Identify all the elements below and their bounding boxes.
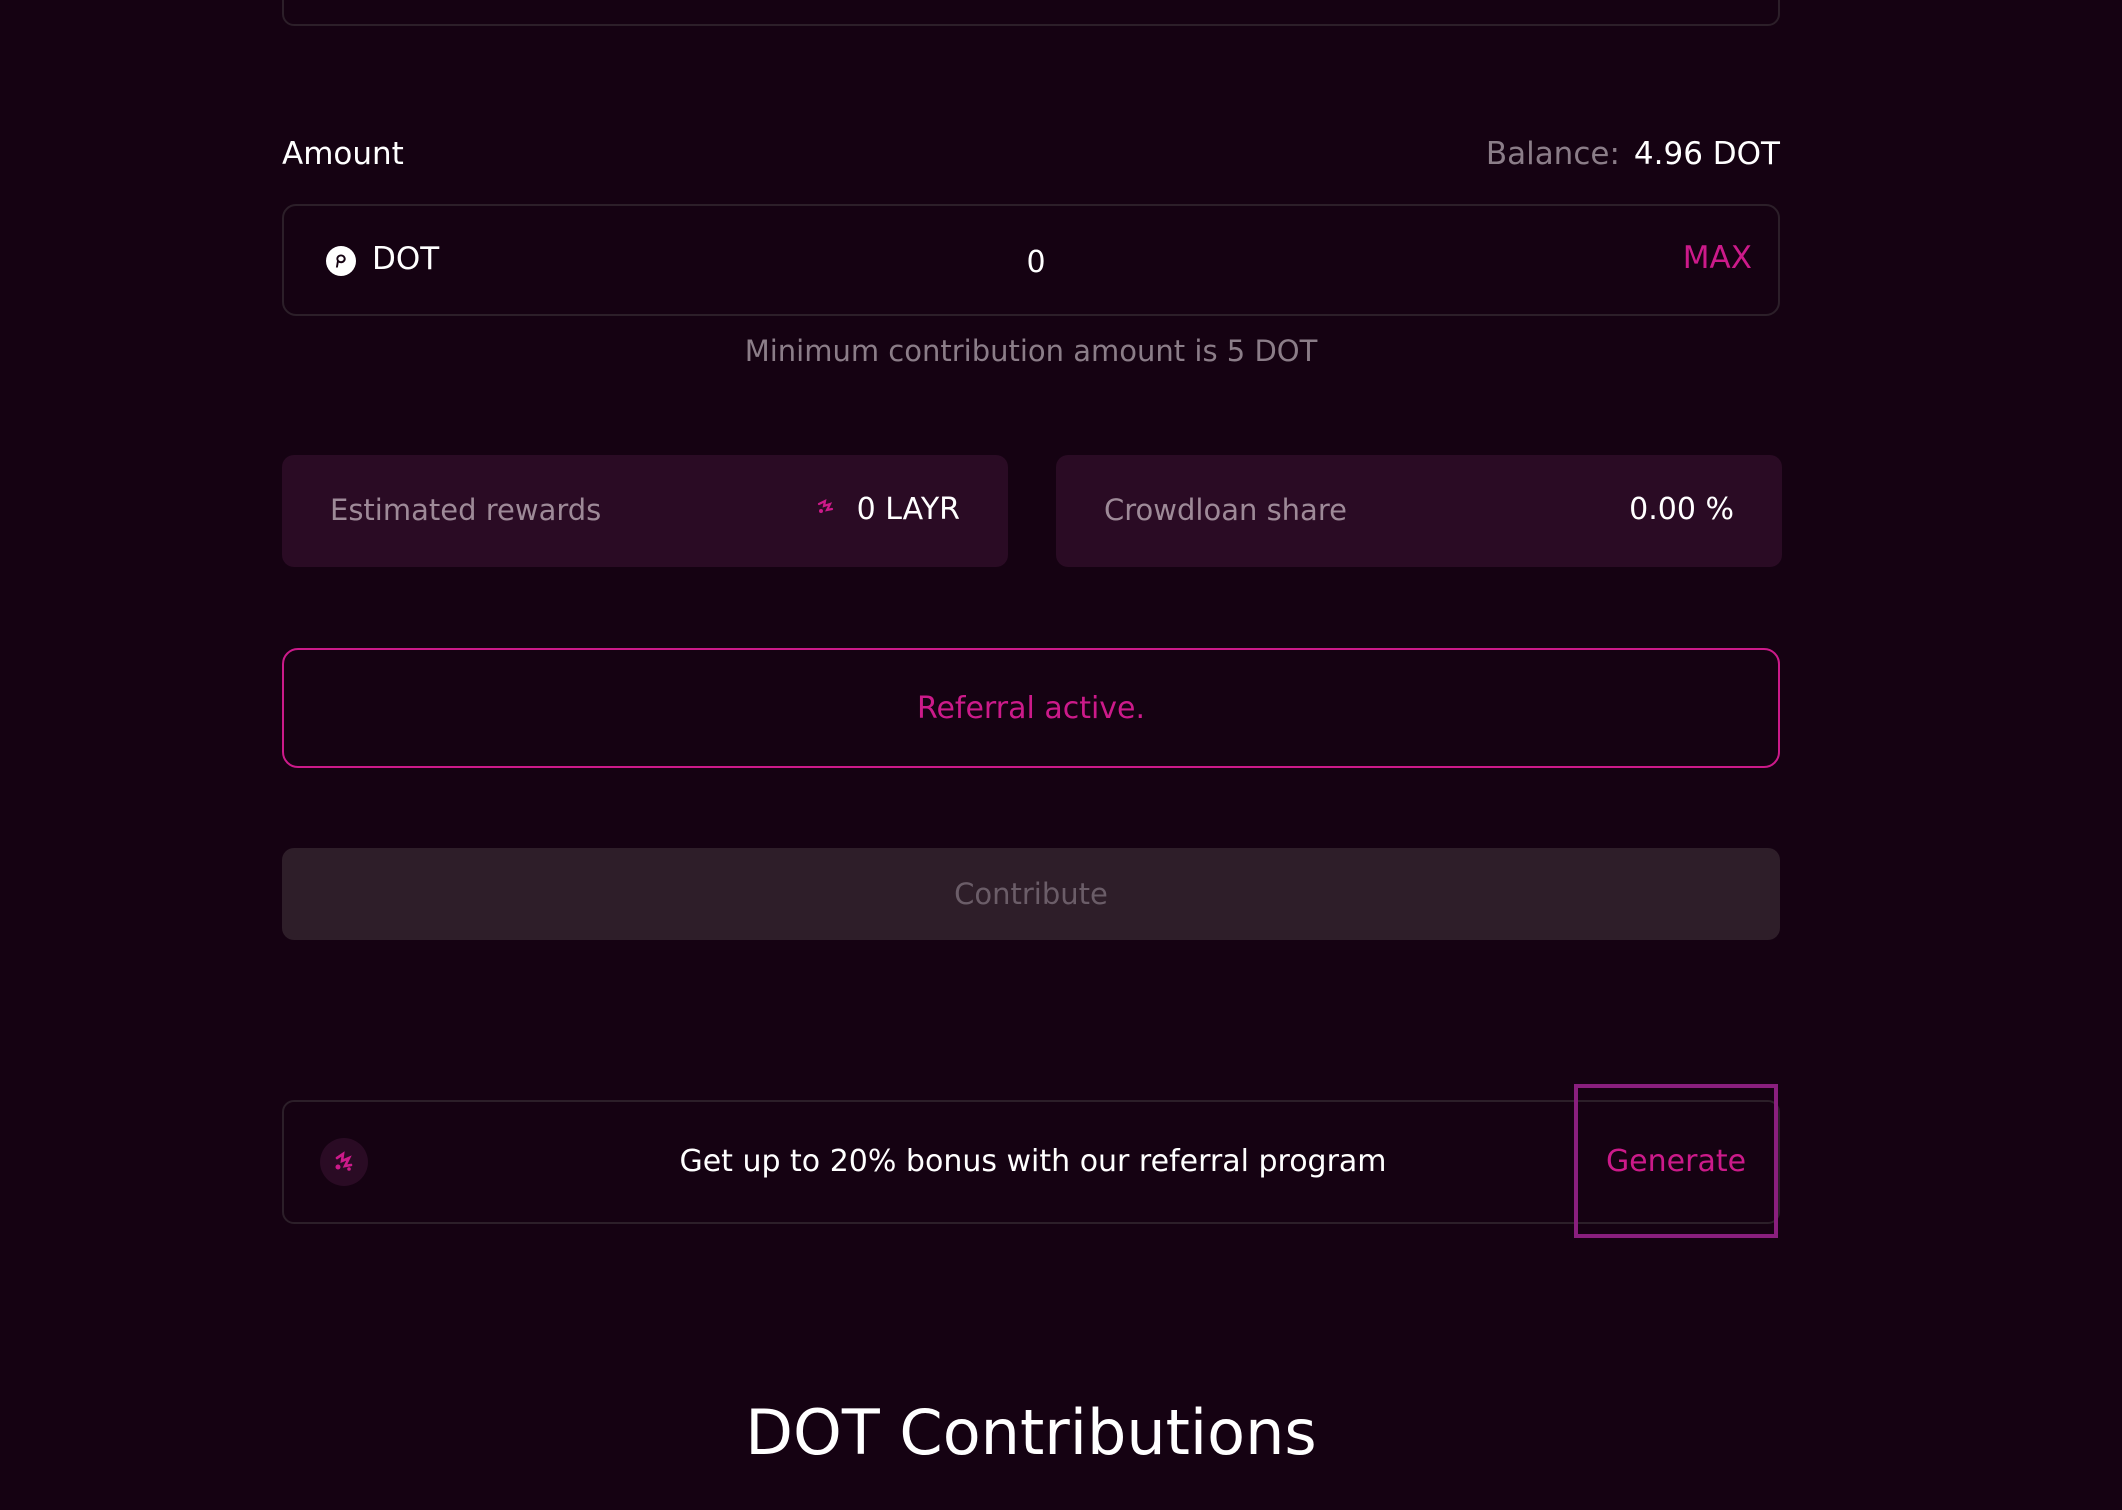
crowdloan-share-value: 0.00 %	[1629, 492, 1734, 527]
crowdloan-share-label: Crowdloan share	[1104, 493, 1347, 527]
amount-input[interactable]	[704, 236, 1368, 288]
estimated-rewards-value: 0 LAYR	[856, 492, 960, 527]
max-button[interactable]: MAX	[1683, 240, 1752, 276]
balance-label: Balance:	[1485, 136, 1620, 172]
balance-value: 4.96 DOT	[1633, 136, 1780, 172]
estimated-rewards-card: Estimated rewards 0 LAYR	[282, 455, 1008, 567]
crowdloan-share-card: Crowdloan share 0.00 %	[1056, 455, 1782, 567]
referral-promo-box: Get up to 20% bonus with our referral pr…	[282, 1100, 1780, 1224]
referral-status-banner: Referral active.	[282, 648, 1780, 768]
estimated-rewards-label: Estimated rewards	[330, 493, 602, 527]
layr-icon	[815, 496, 837, 523]
amount-label: Amount	[282, 136, 404, 172]
token-name: DOT	[372, 241, 440, 277]
contribution-page: Amount Balance: 4.96 DOT DOT MAX Minimum …	[0, 0, 2122, 1510]
estimated-rewards-value-wrap: 0 LAYR	[815, 492, 960, 527]
section-title: DOT Contributions	[745, 1396, 1317, 1469]
previous-field[interactable]	[282, 0, 1780, 26]
polkadot-icon	[326, 246, 356, 276]
contribute-button[interactable]: Contribute	[282, 848, 1780, 940]
referral-promo-text: Get up to 20% bonus with our referral pr…	[679, 1144, 1387, 1179]
generate-referral-button[interactable]: Generate	[1574, 1084, 1778, 1238]
balance-display: Balance: 4.96 DOT	[1486, 136, 1780, 172]
minimum-contribution-note: Minimum contribution amount is 5 DOT	[744, 334, 1318, 368]
amount-input-box[interactable]: DOT MAX	[282, 204, 1780, 316]
